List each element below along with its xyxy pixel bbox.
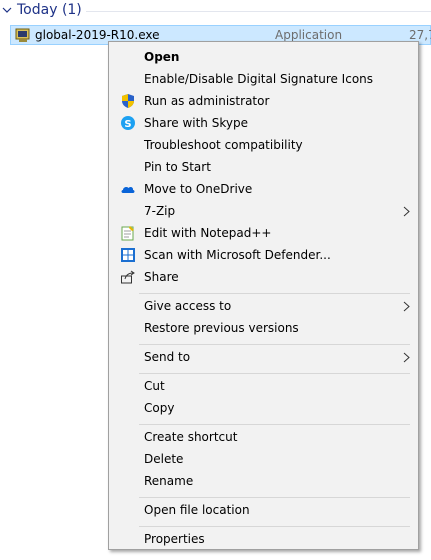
menu-item-send-to[interactable]: Send to	[111, 346, 416, 368]
menu-separator	[139, 344, 410, 345]
menu-item-properties[interactable]: Properties	[111, 528, 416, 550]
defender-icon	[121, 248, 135, 262]
menu-item-label: Create shortcut	[144, 430, 238, 444]
menu-item-cut[interactable]: Cut	[111, 375, 416, 397]
onedrive-icon	[121, 186, 135, 193]
menu-item-label: Give access to	[144, 299, 232, 313]
svg-text:S: S	[124, 119, 131, 130]
menu-item-label: Scan with Microsoft Defender...	[144, 248, 331, 262]
menu-item-label: Restore previous versions	[144, 321, 299, 335]
menu-item-open-file-location[interactable]: Open file location	[111, 499, 416, 521]
menu-item-label: Move to OneDrive	[144, 182, 253, 196]
menu-item-label: Open file location	[144, 503, 250, 517]
menu-item-restore-previous-versions[interactable]: Restore previous versions	[111, 317, 416, 339]
menu-item-label: Pin to Start	[144, 160, 211, 174]
notepadpp-icon	[121, 226, 134, 241]
menu-item-pin-to-start[interactable]: Pin to Start	[111, 156, 416, 178]
chevron-right-icon	[403, 206, 410, 217]
file-name[interactable]: global-2019-R10.exe	[35, 28, 160, 42]
menu-item-scan-with-defender[interactable]: Scan with Microsoft Defender...	[111, 244, 416, 266]
menu-separator	[139, 373, 410, 374]
application-exe-icon	[15, 28, 30, 42]
group-title: Today (1)	[17, 2, 82, 18]
menu-item-create-shortcut[interactable]: Create shortcut	[111, 426, 416, 448]
menu-item-open[interactable]: Open	[111, 46, 416, 68]
menu-item-troubleshoot-compatibility[interactable]: Troubleshoot compatibility	[111, 134, 416, 156]
group-divider	[86, 11, 431, 12]
chevron-right-icon	[403, 352, 410, 363]
menu-item-give-access-to[interactable]: Give access to	[111, 295, 416, 317]
context-menu: Open Enable/Disable Digital Signature Ic…	[108, 41, 419, 550]
menu-item-edit-with-notepadpp[interactable]: Edit with Notepad++	[111, 222, 416, 244]
menu-separator	[139, 526, 410, 527]
menu-item-move-to-onedrive[interactable]: Move to OneDrive	[111, 178, 416, 200]
menu-item-delete[interactable]: Delete	[111, 448, 416, 470]
menu-item-copy[interactable]: Copy	[111, 397, 416, 419]
menu-item-label: Open	[144, 50, 180, 64]
menu-item-label: Enable/Disable Digital Signature Icons	[144, 72, 374, 86]
menu-item-share[interactable]: Share	[111, 266, 416, 288]
menu-item-label: Properties	[144, 532, 205, 546]
menu-item-rename[interactable]: Rename	[111, 470, 416, 492]
menu-item-run-as-admin[interactable]: Run as administrator	[111, 90, 416, 112]
menu-separator	[139, 293, 410, 294]
menu-item-label: Cut	[144, 379, 165, 393]
menu-item-label: Send to	[144, 350, 191, 364]
menu-separator	[139, 497, 410, 498]
menu-item-digital-signature-icons[interactable]: Enable/Disable Digital Signature Icons	[111, 68, 416, 90]
menu-item-label: Edit with Notepad++	[144, 226, 272, 240]
menu-item-share-with-skype[interactable]: S Share with Skype	[111, 112, 416, 134]
menu-item-7zip[interactable]: 7-Zip	[111, 200, 416, 222]
share-icon	[121, 270, 135, 284]
chevron-down-icon[interactable]	[2, 5, 12, 15]
menu-item-label: Share	[144, 270, 179, 284]
menu-item-label: Share with Skype	[144, 116, 248, 130]
chevron-right-icon	[403, 301, 410, 312]
file-size: 27,7	[409, 28, 431, 42]
menu-item-label: 7-Zip	[144, 204, 176, 218]
menu-item-label: Delete	[144, 452, 184, 466]
group-header-today[interactable]: Today (1)	[0, 0, 431, 22]
menu-separator	[139, 424, 410, 425]
uac-shield-icon	[122, 94, 134, 108]
menu-item-label: Run as administrator	[144, 94, 270, 108]
file-type: Application	[275, 28, 343, 42]
menu-item-label: Troubleshoot compatibility	[144, 138, 303, 152]
menu-item-label: Copy	[144, 401, 175, 415]
menu-item-label: Rename	[144, 474, 194, 488]
skype-icon: S	[121, 116, 135, 130]
